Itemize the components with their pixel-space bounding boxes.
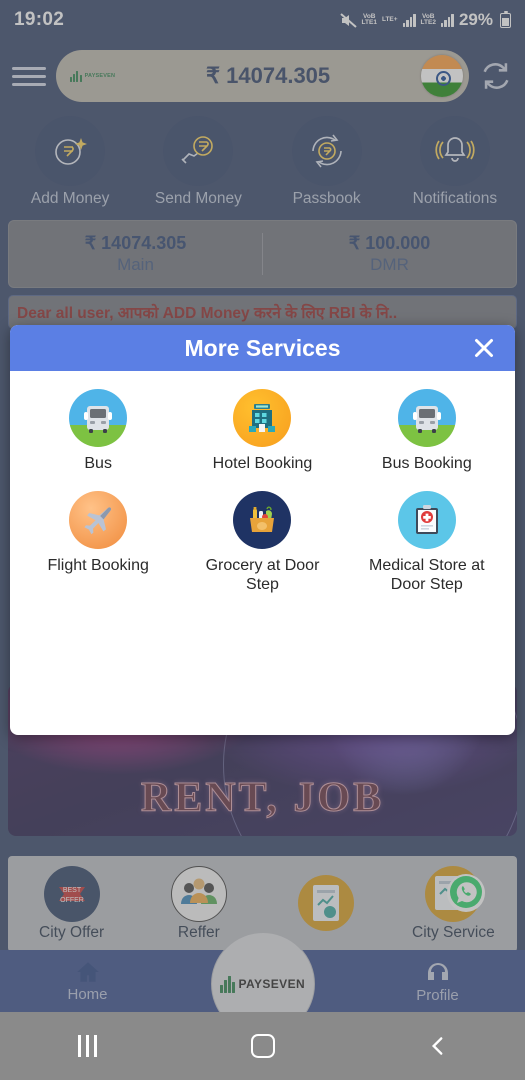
bus-icon [397,389,456,447]
service-item-medical-store[interactable]: Medical Store at Door Step [345,491,509,594]
service-label: Hotel Booking [212,455,313,472]
android-home-icon[interactable] [175,1034,350,1058]
services-grid: Bus Hotel Booking Bus Booking Flight Boo… [16,389,509,594]
service-label: Grocery at Door Step [205,557,320,593]
grocery-bag-icon [233,491,292,549]
service-item-flight-booking[interactable]: Flight Booking [16,491,180,594]
modal-title: More Services [184,334,341,361]
modal-header: More Services [10,325,515,371]
service-label: Bus [84,455,112,472]
service-item-hotel-booking[interactable]: Hotel Booking [180,389,344,473]
medical-clipboard-icon [397,491,456,549]
bus-icon [69,389,128,447]
modal-body: Bus Hotel Booking Bus Booking Flight Boo… [10,371,515,735]
service-label: Flight Booking [47,557,149,574]
android-navigation-bar [0,1012,525,1080]
service-item-bus[interactable]: Bus [16,389,180,473]
close-icon[interactable] [469,333,499,363]
service-item-bus-booking[interactable]: Bus Booking [345,389,509,473]
service-label: Bus Booking [381,455,472,472]
more-services-modal: More Services Bus Hotel Booking Bus Book… [10,325,515,735]
hotel-icon [233,389,292,447]
service-item-grocery[interactable]: Grocery at Door Step [180,491,344,594]
recents-icon[interactable] [0,1035,175,1057]
airplane-icon [69,491,128,549]
back-icon[interactable] [350,1033,525,1059]
service-label: Medical Store at Door Step [369,557,485,593]
